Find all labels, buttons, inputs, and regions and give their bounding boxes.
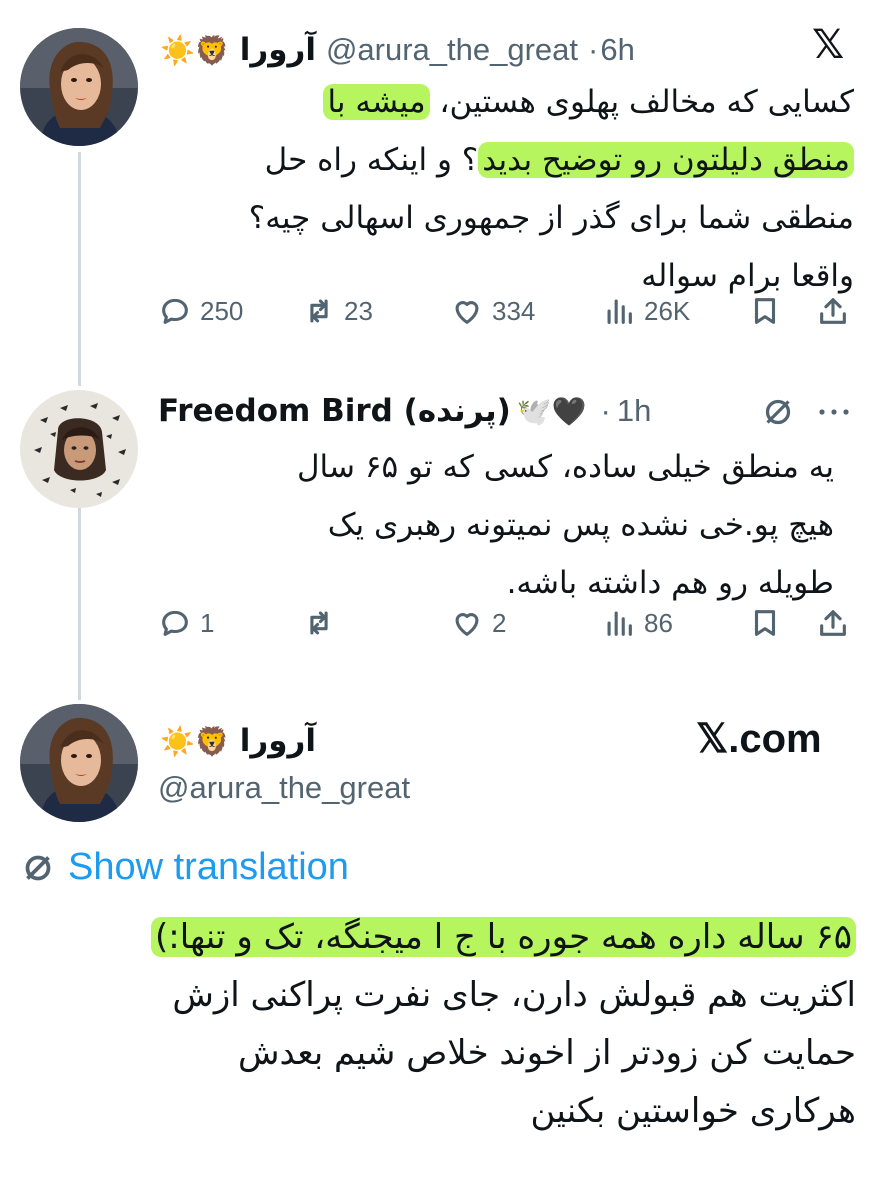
highlighted-text: میشه با: [323, 84, 430, 120]
avatar[interactable]: [20, 390, 138, 508]
heart-icon: [455, 301, 479, 324]
share-icon: [820, 610, 846, 636]
watermark: 𝕏.com: [696, 717, 822, 761]
display-name[interactable]: Freedom Bird (پرنده): [158, 393, 511, 429]
user-handle[interactable]: @arura_the_great: [158, 770, 410, 806]
avatar[interactable]: [20, 704, 138, 822]
translate-icon: [25, 855, 51, 880]
separator-dot: ·: [588, 32, 599, 67]
views-button[interactable]: 86: [602, 606, 673, 640]
reply-count: 1: [200, 607, 215, 638]
tweet-header: Freedom Bird (پرنده) 🕊️🖤 · 1h: [158, 390, 651, 432]
share-icon: [820, 298, 846, 324]
timestamp[interactable]: 1h: [617, 393, 651, 429]
show-translation-label[interactable]: Show translation: [68, 846, 349, 889]
tweet-header: ☀️🦁 آرورا @arura_the_great · 6h: [160, 30, 635, 70]
bookmark-icon: [754, 298, 776, 324]
display-name[interactable]: آرورا: [240, 723, 316, 759]
tweet-text-line: حمایت کن زودتر از اخوند خلاص شیم بعدش: [237, 1033, 856, 1073]
views-icon: [607, 611, 632, 636]
thread-line: [78, 152, 81, 386]
tweet-text-line: هیچ پو.خی نشده پس نمیتونه رهبری یک: [327, 507, 834, 543]
reply-count: 250: [200, 295, 244, 326]
tweet-text-line: هرکاری خواستین بکنین: [530, 1091, 856, 1131]
user-handle[interactable]: @arura_the_great: [326, 32, 578, 68]
tweet-text-line: طویله رو هم داشته باشه.: [506, 565, 834, 601]
tweet-actions: 1 2 86: [152, 606, 852, 656]
translate-icon[interactable]: [760, 394, 796, 430]
like-button[interactable]: 334: [450, 294, 535, 328]
like-button[interactable]: 2: [450, 606, 506, 640]
highlighted-text: ۶۵ ساله داره همه جوره با ج ا میجنگه، تک …: [151, 917, 856, 957]
tweet-text-line: منطق دلیلتون رو توضیح بدید؟ و اینکه راه …: [152, 131, 854, 189]
thread-line: [78, 495, 81, 700]
views-count: 26K: [644, 295, 691, 326]
x-logo-icon[interactable]: 𝕏: [812, 22, 844, 68]
tweet-text-line: منطقی شما برای گذر از جمهوری اسهالی چیه؟: [248, 200, 854, 236]
heart-icon: [455, 613, 479, 636]
repost-icon: [310, 611, 328, 635]
tweet-text-line: کسایی که مخالف پهلوی هستین، میشه با: [152, 73, 854, 131]
repost-button[interactable]: [302, 606, 344, 640]
repost-button[interactable]: 23: [302, 294, 373, 328]
reply-icon: [162, 610, 188, 636]
timestamp[interactable]: 6h: [600, 32, 634, 68]
share-button[interactable]: [816, 606, 850, 640]
show-translation-link[interactable]: Show translation: [20, 846, 349, 889]
emoji-icons: ☀️🦁: [160, 724, 230, 758]
avatar[interactable]: [20, 28, 138, 146]
tweet-text: کسایی که مخالف پهلوی هستین، میشه با منطق…: [152, 73, 854, 305]
display-name[interactable]: آرورا: [240, 32, 316, 68]
more-options-icon[interactable]: [814, 394, 854, 430]
like-count: 334: [492, 295, 536, 326]
reply-icon: [162, 298, 188, 324]
emoji-icons: 🕊️🖤: [516, 394, 587, 428]
bookmark-button[interactable]: [748, 294, 782, 328]
views-icon: [607, 299, 632, 324]
tweet-text-line: اکثریت هم قبولش دارن، جای نفرت پراکنی از…: [172, 975, 856, 1015]
views-button[interactable]: 26K: [602, 294, 690, 328]
repost-count: 23: [344, 295, 373, 326]
reply-button[interactable]: 1: [158, 606, 214, 640]
tweet-text-line: یه منطق خیلی ساده، کسی که تو ۶۵ سال: [297, 449, 834, 485]
emoji-icons: ☀️🦁: [160, 33, 230, 67]
reply-button[interactable]: 250: [158, 294, 243, 328]
separator-dot: ·: [600, 393, 611, 428]
like-count: 2: [492, 607, 507, 638]
views-count: 86: [644, 607, 673, 638]
tweet-text: ۶۵ ساله داره همه جوره با ج ا میجنگه، تک …: [10, 908, 856, 1140]
tweet-header: ☀️🦁 آرورا: [160, 720, 316, 762]
bookmark-icon: [754, 610, 776, 636]
bookmark-button[interactable]: [748, 606, 782, 640]
tweet-actions: 250 23 334 26K: [152, 294, 852, 344]
tweet-text: یه منطق خیلی ساده، کسی که تو ۶۵ سال هیچ …: [152, 438, 834, 612]
tweet-text-line: ۶۵ ساله داره همه جوره با ج ا میجنگه، تک …: [10, 908, 856, 966]
share-button[interactable]: [816, 294, 850, 328]
highlighted-text: منطق دلیلتون رو توضیح بدید: [478, 142, 854, 178]
repost-icon: [310, 299, 328, 323]
